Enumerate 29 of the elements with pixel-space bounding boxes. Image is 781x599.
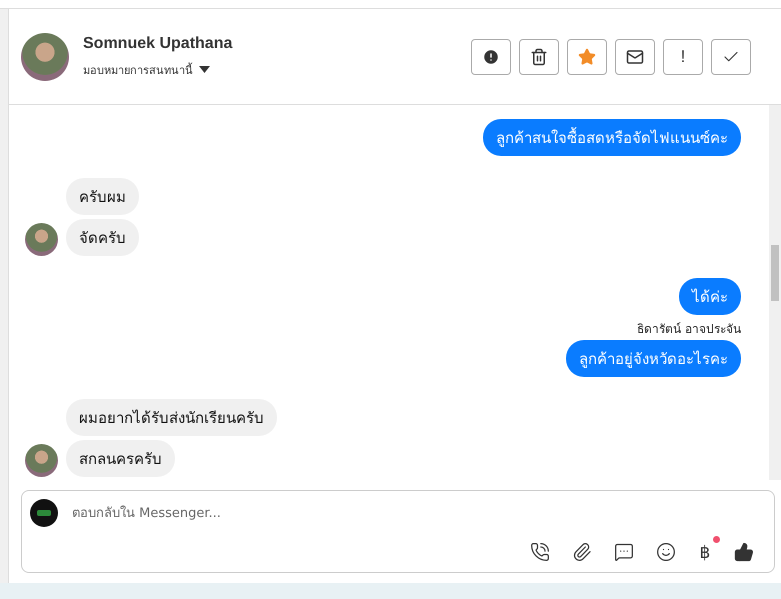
mail-button[interactable]	[615, 38, 655, 74]
incoming-message: สกลนครครับ	[66, 440, 175, 477]
chat-bubble-icon	[614, 542, 634, 562]
phone-plus-icon	[530, 542, 550, 562]
caret-icon[interactable]	[199, 66, 210, 73]
thumbs-up-icon	[734, 542, 754, 562]
scrollbar-thumb[interactable]	[771, 245, 779, 301]
baht-button[interactable]: ฿	[698, 536, 720, 564]
avatar-placeholder	[21, 32, 69, 80]
trash-button[interactable]	[519, 38, 559, 74]
alert-button[interactable]	[471, 38, 511, 74]
incoming-message: จัดครับ	[66, 219, 139, 256]
star-button[interactable]	[567, 38, 607, 74]
assign-conversation-label[interactable]: มอบหมายการสนทนานี้	[83, 60, 193, 78]
trash-icon	[530, 48, 548, 66]
incoming-message: ผมอยากได้รับส่งนักเรียนครับ	[66, 399, 277, 436]
outgoing-message: ลูกค้าอยู่จังหวัดอะไรคะ	[566, 340, 741, 377]
outgoing-message: ลูกค้าสนใจซื้อสดหรือจัดไฟแนนซ์คะ	[483, 119, 741, 156]
check-button[interactable]	[711, 38, 751, 74]
exclamation-button[interactable]: !	[663, 38, 703, 74]
contact-name: Somnuek Upathana	[83, 34, 234, 52]
paperclip-icon	[572, 542, 592, 562]
alert-icon	[482, 48, 500, 66]
envelope-icon	[626, 48, 644, 66]
outgoing-message: ได้ค่ะ	[679, 278, 741, 315]
incoming-message: ครับผม	[66, 178, 139, 215]
page-logo-icon	[30, 499, 58, 527]
sender-name: ธิดารัตน์ อาจประจัน	[636, 321, 741, 338]
smiley-icon	[656, 542, 676, 562]
